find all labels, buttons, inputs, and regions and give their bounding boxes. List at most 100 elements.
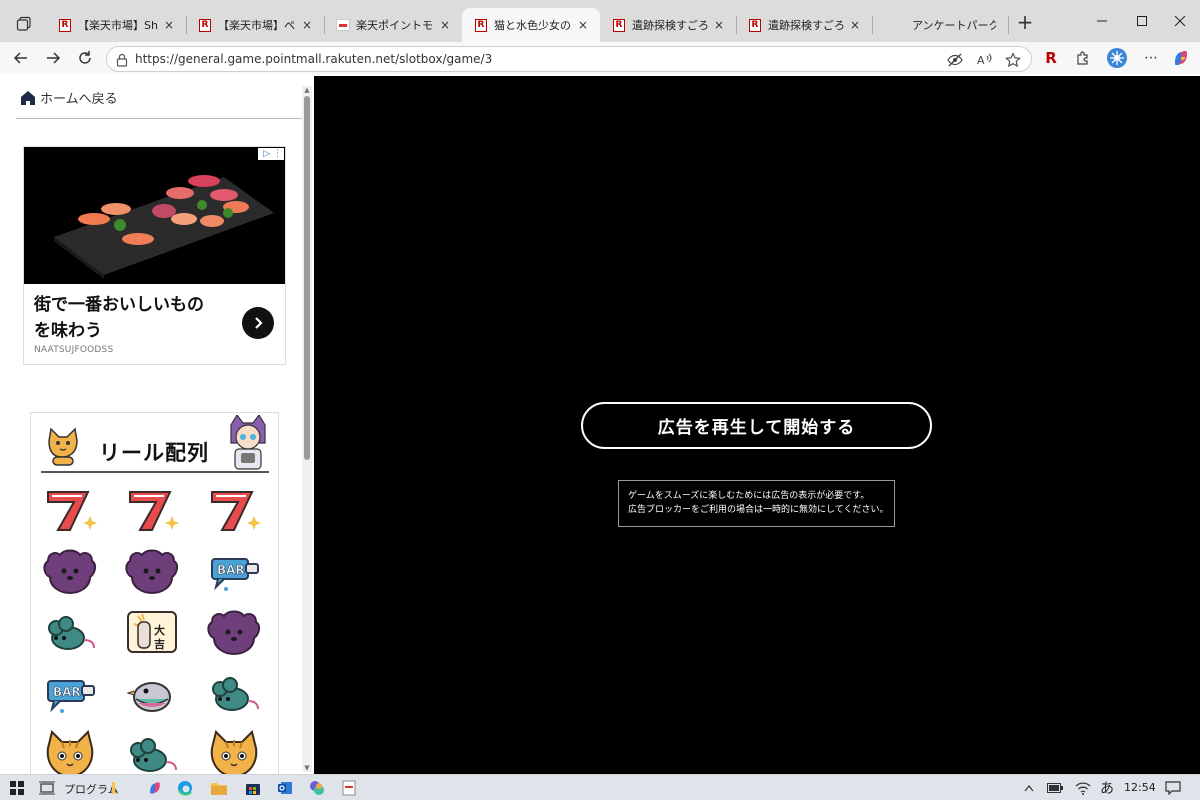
tab-rakuten-shopping[interactable]: R 【楽天市場】Shoppin × — [46, 8, 186, 42]
back-button[interactable] — [8, 46, 34, 70]
chat-app-icon[interactable] — [308, 779, 326, 797]
rakuten-favicon-icon: R — [474, 18, 488, 32]
reel-symbol-cat-icon — [41, 729, 99, 774]
svg-text:BAR: BAR — [53, 685, 81, 699]
slot-game-area: 広告を再生して開始する ゲームをスムーズに楽しむためには広告の表示が必要です。 … — [314, 76, 1200, 774]
close-window-button[interactable] — [1160, 6, 1200, 36]
reel-title-underline — [41, 471, 269, 473]
outlook-icon[interactable] — [276, 779, 294, 797]
profile-avatar-icon[interactable] — [1106, 47, 1128, 69]
tab-point-mall[interactable]: 楽天ポイントモール | × — [324, 8, 462, 42]
notification-center-icon[interactable] — [1164, 779, 1182, 797]
tab-rakuten-page-discount[interactable]: R 【楽天市場】ページ割 × — [186, 8, 324, 42]
edge-browser-icon[interactable] — [176, 779, 194, 797]
ad-arrow-button[interactable] — [242, 307, 274, 339]
reel-symbol-mouse-icon — [205, 668, 263, 718]
tab-title: 【楽天市場】ページ割 — [218, 19, 296, 32]
store-icon[interactable] — [244, 779, 262, 797]
taskbar-clock[interactable]: 12:54 — [1124, 781, 1156, 794]
tab-iseki-sugoroku-1[interactable]: R 遺跡探検すごろく| × — [600, 8, 736, 42]
tab-divider — [872, 16, 873, 34]
rakuten-extension-icon[interactable]: R — [1040, 47, 1062, 69]
ad-sushi-image[interactable]: ▷ ⋮ — [24, 147, 285, 284]
svg-text:BAR: BAR — [217, 563, 245, 577]
reel-symbol-mouse-icon — [123, 729, 181, 774]
tab-divider — [1008, 16, 1009, 34]
reel-symbol-purple-dog-icon — [205, 607, 263, 657]
maximize-button[interactable] — [1122, 6, 1162, 36]
copilot-icon[interactable] — [1170, 47, 1192, 69]
ad-headline-line2[interactable]: を味わう — [34, 318, 234, 344]
task-view-icon[interactable] — [38, 779, 56, 797]
home-link[interactable]: ホームへ戻る — [20, 88, 118, 107]
reel-symbol-bar-icon: BAR — [41, 668, 99, 718]
reel-title: リール配列 — [99, 441, 209, 465]
notice-line: 広告ブロッカーをご利用の場合は一時的に無効にしてください。 — [628, 505, 889, 515]
browser-toolbar: https://general.game.pointmall.rakuten.n… — [0, 42, 1200, 74]
site-info-lock-icon[interactable] — [115, 52, 129, 67]
tab-iseki-sugoroku-2[interactable]: R 遺跡探検すごろく| × — [736, 8, 872, 42]
tab-title: 遺跡探検すごろく| — [768, 19, 844, 32]
ad-choices-icon[interactable]: ▷ ⋮ — [258, 148, 284, 160]
reel-symbol-cat-icon — [205, 729, 263, 774]
tab-close-icon[interactable]: × — [848, 18, 862, 32]
new-tab-button[interactable]: + — [1014, 12, 1036, 34]
ad-headline-line1[interactable]: 街で一番おいしいもの — [34, 292, 234, 318]
reel-arrangement-panel: リール配列 BAR 大吉 BAR — [30, 412, 279, 774]
svg-text:吉: 吉 — [154, 637, 165, 651]
taskbar: プログラム あ 12:54 — [0, 774, 1200, 800]
tab-title: 【楽天市場】Shoppin — [78, 19, 158, 32]
minimize-button[interactable] — [1082, 6, 1122, 36]
battery-icon[interactable] — [1046, 779, 1064, 797]
svg-text:A: A — [977, 54, 985, 67]
tab-title: 遺跡探検すごろく| — [632, 19, 708, 32]
reel-symbol-pigeon-icon — [123, 668, 181, 718]
tab-enquete-park[interactable]: アンケートパーク — [886, 8, 1006, 42]
reel-symbol-seven-icon — [41, 485, 99, 535]
browser-menu-icon[interactable]: ⋯ — [1140, 47, 1162, 69]
rakuten-favicon-icon: R — [58, 18, 72, 32]
point-mall-favicon-icon — [336, 18, 350, 32]
favorite-star-icon[interactable] — [1005, 52, 1021, 68]
programs-folder-icon[interactable] — [110, 779, 120, 797]
ad-brand-name[interactable]: NAATSUJFOODSS — [34, 345, 113, 355]
sidebar: ホームへ戻る ▷ ⋮ 街で一番おいしいもの を味わう NAATSUJFOODSS… — [8, 74, 314, 774]
reel-symbol-bar-icon: BAR — [205, 546, 263, 596]
play-ad-start-button[interactable]: 広告を再生して開始する — [581, 402, 932, 449]
read-aloud-icon[interactable]: A — [977, 52, 993, 68]
ime-mode-indicator[interactable]: あ — [1100, 778, 1114, 798]
tab-strip: R 【楽天市場】Shoppin × R 【楽天市場】ページ割 × 楽天ポイントモ… — [0, 0, 1200, 42]
show-hidden-icons-chevron-icon[interactable] — [1020, 779, 1038, 797]
tab-close-icon[interactable]: × — [712, 18, 726, 32]
reel-symbol-purple-dog-icon — [41, 546, 99, 596]
address-bar[interactable]: https://general.game.pointmall.rakuten.n… — [106, 46, 1032, 72]
sidebar-scrollbar[interactable]: ▲ ▼ — [302, 86, 312, 772]
url-text[interactable]: https://general.game.pointmall.rakuten.n… — [135, 52, 492, 66]
back-arrow-icon — [13, 52, 27, 64]
reload-button[interactable] — [72, 46, 98, 70]
wifi-icon[interactable] — [1074, 779, 1092, 797]
tab-close-icon[interactable]: × — [438, 18, 452, 32]
reel-symbol-purple-dog-icon — [123, 546, 181, 596]
tab-title: 猫と水色少女の思い — [494, 19, 572, 32]
scroll-up-arrow-icon[interactable]: ▲ — [303, 86, 311, 94]
chevron-right-icon — [255, 317, 263, 329]
windows-start-icon[interactable] — [8, 779, 26, 797]
tab-active-slot-game[interactable]: R 猫と水色少女の思い × — [462, 8, 600, 42]
scrollbar-thumb[interactable] — [304, 96, 310, 460]
sushi-advertisement[interactable]: ▷ ⋮ 街で一番おいしいもの を味わう NAATSUJFOODSS — [23, 146, 286, 365]
tab-close-icon[interactable]: × — [162, 18, 176, 32]
document-app-icon[interactable] — [340, 779, 358, 797]
file-explorer-icon[interactable] — [210, 779, 228, 797]
forward-button[interactable] — [40, 46, 66, 70]
extensions-puzzle-icon[interactable] — [1072, 47, 1094, 69]
copilot-taskbar-icon[interactable] — [146, 779, 164, 797]
tab-close-icon[interactable]: × — [576, 18, 590, 32]
ad-headline[interactable]: 街で一番おいしいもの を味わう — [34, 292, 234, 344]
tracking-prevention-icon[interactable] — [947, 52, 963, 68]
scroll-down-arrow-icon[interactable]: ▼ — [303, 764, 311, 772]
tab-actions-icon[interactable] — [10, 12, 38, 36]
minimize-icon — [1097, 20, 1107, 22]
forward-arrow-icon — [47, 52, 61, 64]
tab-close-icon[interactable]: × — [300, 18, 314, 32]
